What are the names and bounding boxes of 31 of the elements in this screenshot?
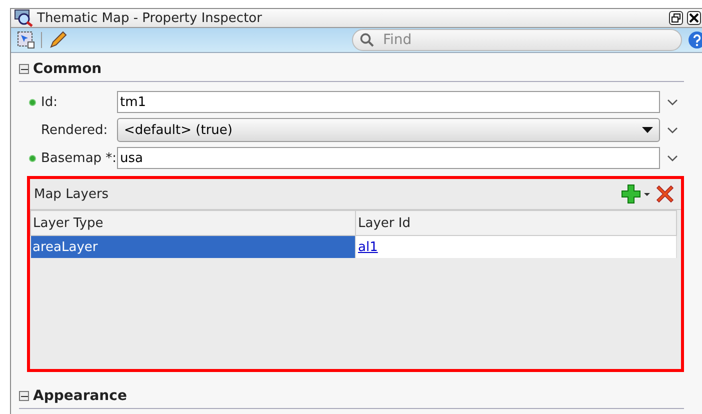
select-component-button[interactable] xyxy=(17,31,35,49)
window-title: Thematic Map - Property Inspector xyxy=(37,10,263,26)
layer-id-link[interactable]: al1 xyxy=(358,240,378,254)
section-title: Appearance xyxy=(33,388,127,404)
collapse-toggle[interactable] xyxy=(19,64,29,74)
delete-button[interactable] xyxy=(655,184,675,204)
chevron-icon[interactable] xyxy=(666,154,678,162)
help-button[interactable] xyxy=(688,31,702,49)
table-row[interactable]: areaLayer al1 xyxy=(30,236,676,258)
table-cell: areaLayer xyxy=(30,236,356,258)
restore-button[interactable] xyxy=(669,11,683,25)
field-label: Basemap *: xyxy=(41,150,117,166)
chevron-icon[interactable] xyxy=(666,126,678,134)
collapse-toggle[interactable] xyxy=(19,391,29,401)
text-field[interactable]: tm1 xyxy=(117,91,660,113)
dropdown-arrow-icon xyxy=(642,127,653,133)
panel-title: Map Layers xyxy=(34,186,109,202)
rendered-dropdown[interactable]: <default> (true) xyxy=(117,118,660,142)
chevron-icon[interactable] xyxy=(666,98,678,106)
section-title: Common xyxy=(33,61,102,77)
edit-button[interactable] xyxy=(48,30,68,50)
add-button[interactable] xyxy=(621,184,651,204)
search-icon xyxy=(360,33,374,47)
search-field[interactable]: Find xyxy=(352,29,682,51)
column-header[interactable]: Layer Id xyxy=(356,210,676,236)
close-button[interactable] xyxy=(687,11,701,25)
column-header[interactable]: Layer Type xyxy=(30,210,356,236)
text-field[interactable]: usa xyxy=(117,147,660,169)
field-label: Rendered: xyxy=(41,122,108,138)
map-inspector-icon xyxy=(14,9,34,27)
field-label: Id: xyxy=(41,94,58,110)
